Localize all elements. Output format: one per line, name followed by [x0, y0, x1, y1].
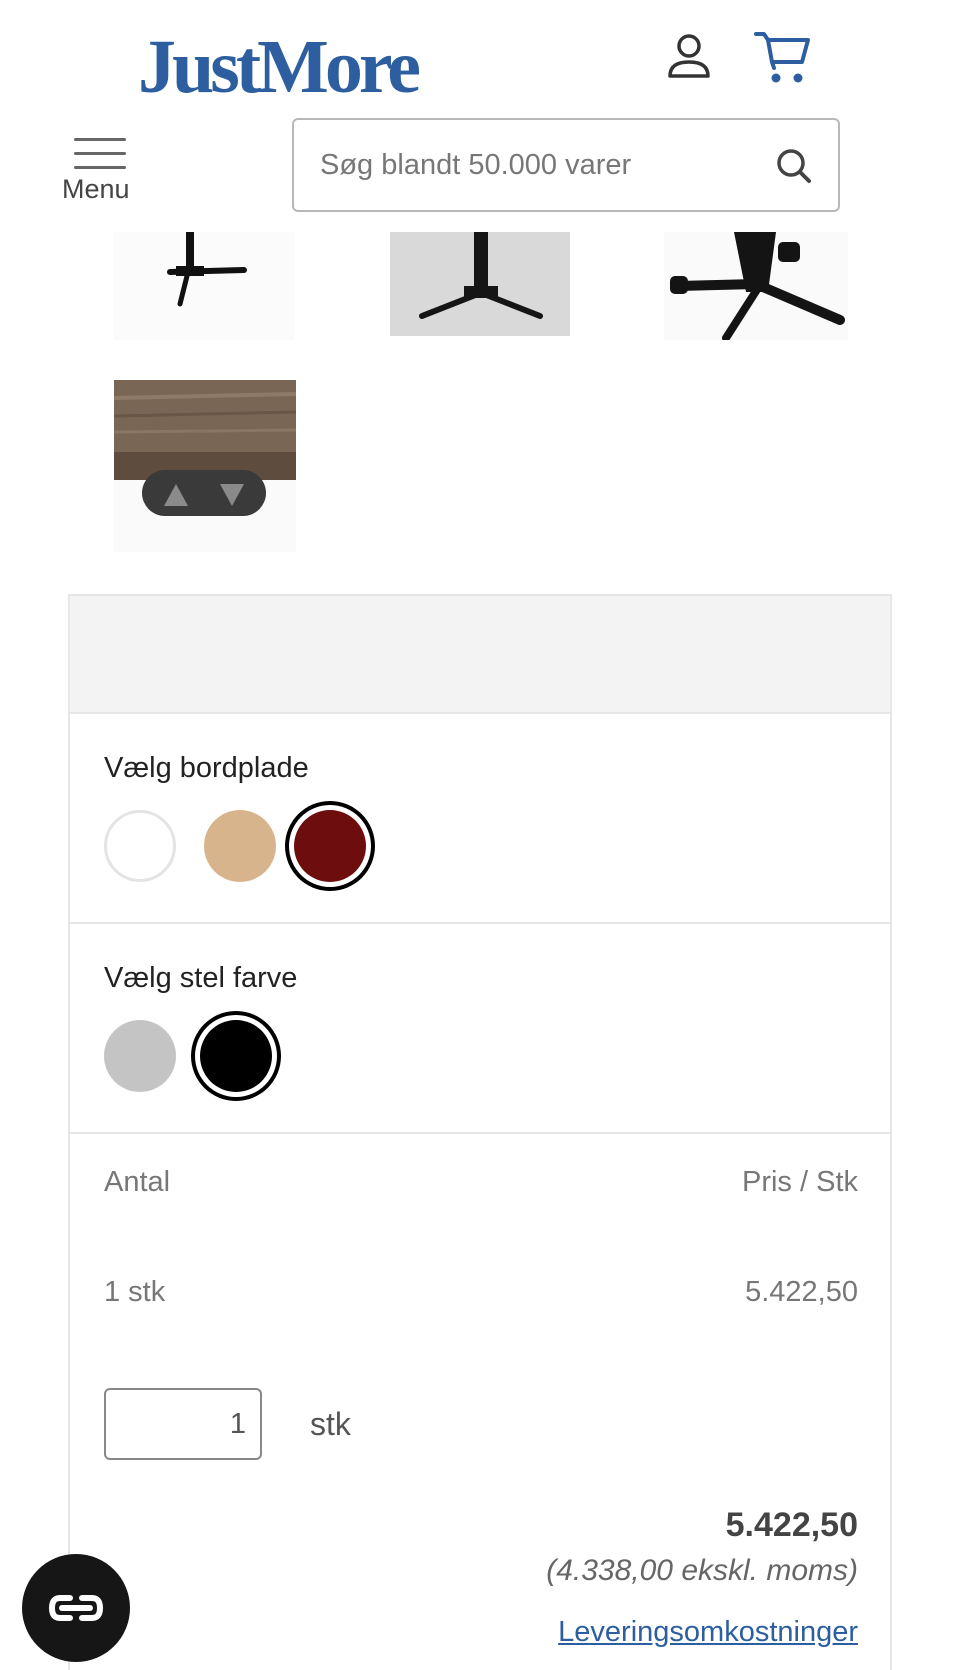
frame-swatch-black[interactable]	[200, 1020, 272, 1092]
quantity-unit: stk	[310, 1406, 351, 1442]
user-icon[interactable]	[662, 30, 716, 84]
price-header: Pris / Stk	[741, 1166, 858, 1198]
menu-label: Menu	[62, 174, 130, 204]
quantity-input[interactable]	[106, 1390, 260, 1458]
tabletop-swatch-beige[interactable]	[204, 810, 276, 882]
tabletop-swatch-red[interactable]	[294, 810, 366, 882]
product-thumbnail[interactable]	[114, 380, 296, 552]
price-ex-vat: (4.338,00 ekskl. moms)	[546, 1554, 858, 1587]
product-thumbnail[interactable]	[114, 232, 294, 340]
pricing-section: Antal Pris / Stk 1 stk 5.422,50 stk 5.42…	[70, 1132, 890, 1670]
menu-button[interactable]: Menu	[58, 132, 144, 212]
product-thumbnail[interactable]	[664, 232, 848, 340]
total-price: 5.422,50	[725, 1506, 858, 1544]
quantity-field	[104, 1388, 262, 1460]
tabletop-title: Vælg bordplade	[104, 752, 309, 784]
panel-header	[70, 596, 890, 712]
quantity-tier: 1 stk	[104, 1276, 166, 1308]
site-header: JustMore Menu	[0, 0, 960, 230]
delivery-costs-link[interactable]: Leveringsomkostninger	[558, 1616, 858, 1649]
tabletop-swatch-white[interactable]	[104, 810, 176, 882]
cart-icon[interactable]	[752, 28, 814, 86]
chat-icon	[48, 1595, 104, 1621]
search-box	[292, 118, 840, 212]
product-thumbnail[interactable]	[390, 232, 570, 336]
logo[interactable]: JustMore	[138, 22, 421, 112]
frame-title: Vælg stel farve	[104, 962, 298, 994]
quantity-header: Antal	[104, 1166, 171, 1198]
frame-swatch-grey[interactable]	[104, 1020, 176, 1092]
search-icon[interactable]	[774, 146, 814, 186]
tabletop-section: Vælg bordplade	[70, 712, 890, 922]
search-input[interactable]	[320, 140, 740, 190]
chat-button[interactable]	[22, 1554, 130, 1662]
product-options-panel: Vælg bordplade Vælg stel farve Antal Pri…	[68, 594, 892, 1670]
frame-section: Vælg stel farve	[70, 922, 890, 1132]
unit-price: 5.422,50	[745, 1276, 858, 1308]
